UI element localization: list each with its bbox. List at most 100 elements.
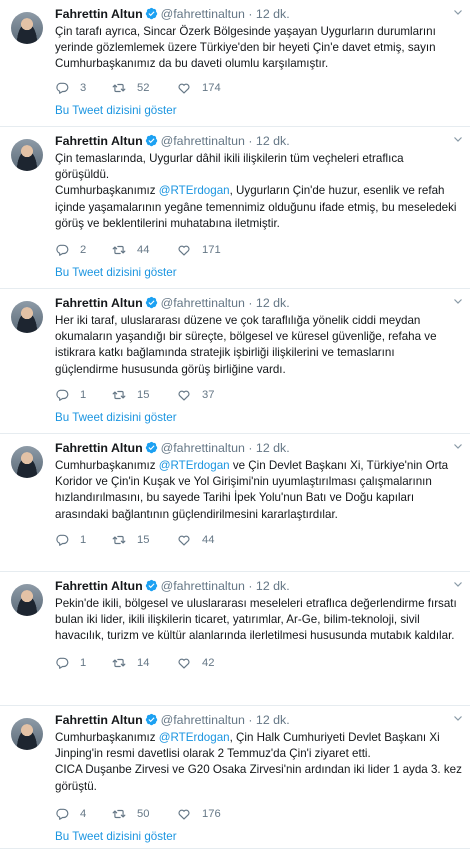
retweet-button[interactable]: 44 — [112, 241, 149, 259]
tweet-timestamp[interactable]: 12 dk. — [256, 713, 290, 727]
retweet-count: 15 — [137, 534, 150, 546]
text-segment: Jinping'in resmi davetlisi olarak 2 Temm… — [55, 747, 371, 761]
mention-link[interactable]: @RTErdogan — [159, 459, 230, 472]
tweet-text-line: görüştü. — [55, 779, 465, 795]
reply-button[interactable]: 4 — [55, 805, 86, 823]
like-button[interactable]: 176 — [177, 805, 221, 823]
like-count: 42 — [202, 657, 215, 669]
mention-link[interactable]: @RTErdogan — [159, 184, 230, 197]
text-segment: , Çin Halk Cumhuriyeti Devlet Başkanı Xi — [229, 731, 440, 744]
author-name[interactable]: Fahrettin Altun — [55, 7, 143, 21]
show-thread-link[interactable]: Bu Tweet dizisini göster — [55, 411, 177, 424]
chevron-down-icon[interactable] — [452, 6, 464, 18]
author-handle[interactable]: @fahrettinaltun — [161, 134, 245, 148]
show-thread-link[interactable]: Bu Tweet dizisini göster — [55, 830, 177, 843]
reply-button[interactable]: 1 — [55, 386, 86, 404]
tweet-timestamp[interactable]: 12 dk. — [256, 7, 290, 21]
like-button[interactable]: 42 — [177, 654, 214, 672]
like-button[interactable]: 171 — [177, 241, 221, 259]
tweet[interactable]: Fahrettin Altun @fahrettinaltun · 12 dk. … — [0, 127, 470, 289]
avatar[interactable] — [11, 584, 43, 616]
retweet-button[interactable]: 15 — [112, 386, 149, 404]
tweet-text-line: Pekin'de ikili, bölgesel ve uluslararası… — [55, 596, 465, 612]
tweet[interactable]: Fahrettin Altun @fahrettinaltun · 12 dk. … — [0, 434, 470, 572]
reply-button[interactable]: 2 — [55, 241, 86, 259]
like-count: 174 — [202, 82, 221, 94]
mention-link[interactable]: @RTErdogan — [159, 731, 230, 744]
like-button[interactable]: 174 — [177, 79, 221, 97]
reply-icon — [56, 808, 69, 820]
retweet-count: 50 — [137, 808, 150, 820]
avatar[interactable] — [11, 12, 43, 44]
tweet-text-line: görüşüldü. — [55, 167, 465, 183]
reply-icon — [56, 244, 69, 256]
avatar[interactable] — [11, 446, 43, 478]
retweet-button[interactable]: 52 — [112, 79, 149, 97]
chevron-down-icon[interactable] — [452, 133, 464, 145]
tweet-text-line: Cumhurbaşkanımız @RTErdogan, Çin Halk Cu… — [55, 730, 465, 746]
show-thread-link[interactable]: Bu Tweet dizisini göster — [55, 104, 177, 117]
tweet[interactable]: Fahrettin Altun @fahrettinaltun · 12 dk. … — [0, 289, 470, 434]
author-name[interactable]: Fahrettin Altun — [55, 441, 143, 455]
separator-dot: · — [248, 7, 253, 21]
tweet-text-line: Cumhurbaşkanımız da bu daveti olumlu kar… — [55, 56, 465, 72]
like-button[interactable]: 44 — [177, 531, 214, 549]
author-handle[interactable]: @fahrettinaltun — [161, 296, 245, 310]
heart-icon — [178, 83, 190, 94]
avatar[interactable] — [11, 139, 43, 171]
heart-icon — [178, 245, 190, 256]
author-name[interactable]: Fahrettin Altun — [55, 134, 143, 148]
avatar[interactable] — [11, 718, 43, 750]
text-segment: okumaların yaşandığı bir süreçte, bölges… — [55, 330, 437, 344]
reply-button[interactable]: 1 — [55, 654, 86, 672]
text-segment: ve Çin Devlet Başkanı Xi, Türkiye'nin Or… — [229, 459, 449, 472]
like-count: 44 — [202, 534, 215, 546]
retweet-button[interactable]: 50 — [112, 805, 149, 823]
tweet-text-line: istikrara katkı bağlamında stratejik işb… — [55, 345, 465, 361]
author-name[interactable]: Fahrettin Altun — [55, 579, 143, 593]
tweet-timestamp[interactable]: 12 dk. — [256, 441, 290, 455]
verified-badge-icon — [145, 7, 157, 20]
reply-icon — [56, 534, 69, 546]
author-handle[interactable]: @fahrettinaltun — [161, 7, 245, 21]
author-name[interactable]: Fahrettin Altun — [55, 296, 143, 310]
tweet-header: Fahrettin Altun @fahrettinaltun · 12 dk. — [55, 295, 290, 312]
verified-badge-icon — [145, 579, 157, 592]
author-handle[interactable]: @fahrettinaltun — [161, 579, 245, 593]
author-handle[interactable]: @fahrettinaltun — [161, 713, 245, 727]
retweet-icon — [112, 809, 126, 819]
chevron-down-icon[interactable] — [452, 295, 464, 307]
tweet-text-line: CICA Duşanbe Zirvesi ve G20 Osaka Zirves… — [55, 762, 465, 778]
reply-button[interactable]: 3 — [55, 79, 86, 97]
tweet-timestamp[interactable]: 12 dk. — [256, 579, 290, 593]
text-segment: Koridor ve Çin'in Kuşak ve Yol Girişimi'… — [55, 475, 432, 489]
text-segment: Cumhurbaşkanımız da bu daveti olumlu kar… — [55, 57, 329, 71]
tweet-text-line: arasındaki bağlantının güçlendirilmesini… — [55, 507, 465, 523]
like-button[interactable]: 37 — [177, 386, 214, 404]
author-name[interactable]: Fahrettin Altun — [55, 713, 143, 727]
reply-icon — [56, 657, 69, 669]
like-count: 171 — [202, 244, 221, 256]
retweet-button[interactable]: 14 — [112, 654, 149, 672]
show-thread-link[interactable]: Bu Tweet dizisini göster — [55, 266, 177, 279]
avatar[interactable] — [11, 301, 43, 333]
retweet-button[interactable]: 15 — [112, 531, 149, 549]
tweet-actions: 2 44 171 — [55, 241, 255, 259]
tweet[interactable]: Fahrettin Altun @fahrettinaltun · 12 dk. … — [0, 572, 470, 706]
chevron-down-icon[interactable] — [452, 440, 464, 452]
tweet-text-line: Çin tarafı ayrıca, Sincar Özerk Bölgesin… — [55, 24, 465, 40]
tweet-timestamp[interactable]: 12 dk. — [256, 296, 290, 310]
reply-icon — [56, 82, 69, 94]
tweet[interactable]: Fahrettin Altun @fahrettinaltun · 12 dk. … — [0, 706, 470, 849]
tweet[interactable]: Fahrettin Altun @fahrettinaltun · 12 dk. … — [0, 0, 470, 127]
chevron-down-icon[interactable] — [452, 712, 464, 724]
text-segment: , Uygurların Çin'de huzur, esenlik ve re… — [229, 184, 445, 198]
chevron-down-icon[interactable] — [452, 578, 464, 590]
tweet-timestamp[interactable]: 12 dk. — [256, 134, 290, 148]
author-handle[interactable]: @fahrettinaltun — [161, 441, 245, 455]
tweet-text: Her iki taraf, uluslararası düzene ve ço… — [55, 313, 465, 378]
tweet-text-line: Jinping'in resmi davetlisi olarak 2 Temm… — [55, 746, 465, 762]
like-count: 176 — [202, 808, 221, 820]
reply-button[interactable]: 1 — [55, 531, 86, 549]
tweet-text: Pekin'de ikili, bölgesel ve uluslararası… — [55, 596, 465, 645]
